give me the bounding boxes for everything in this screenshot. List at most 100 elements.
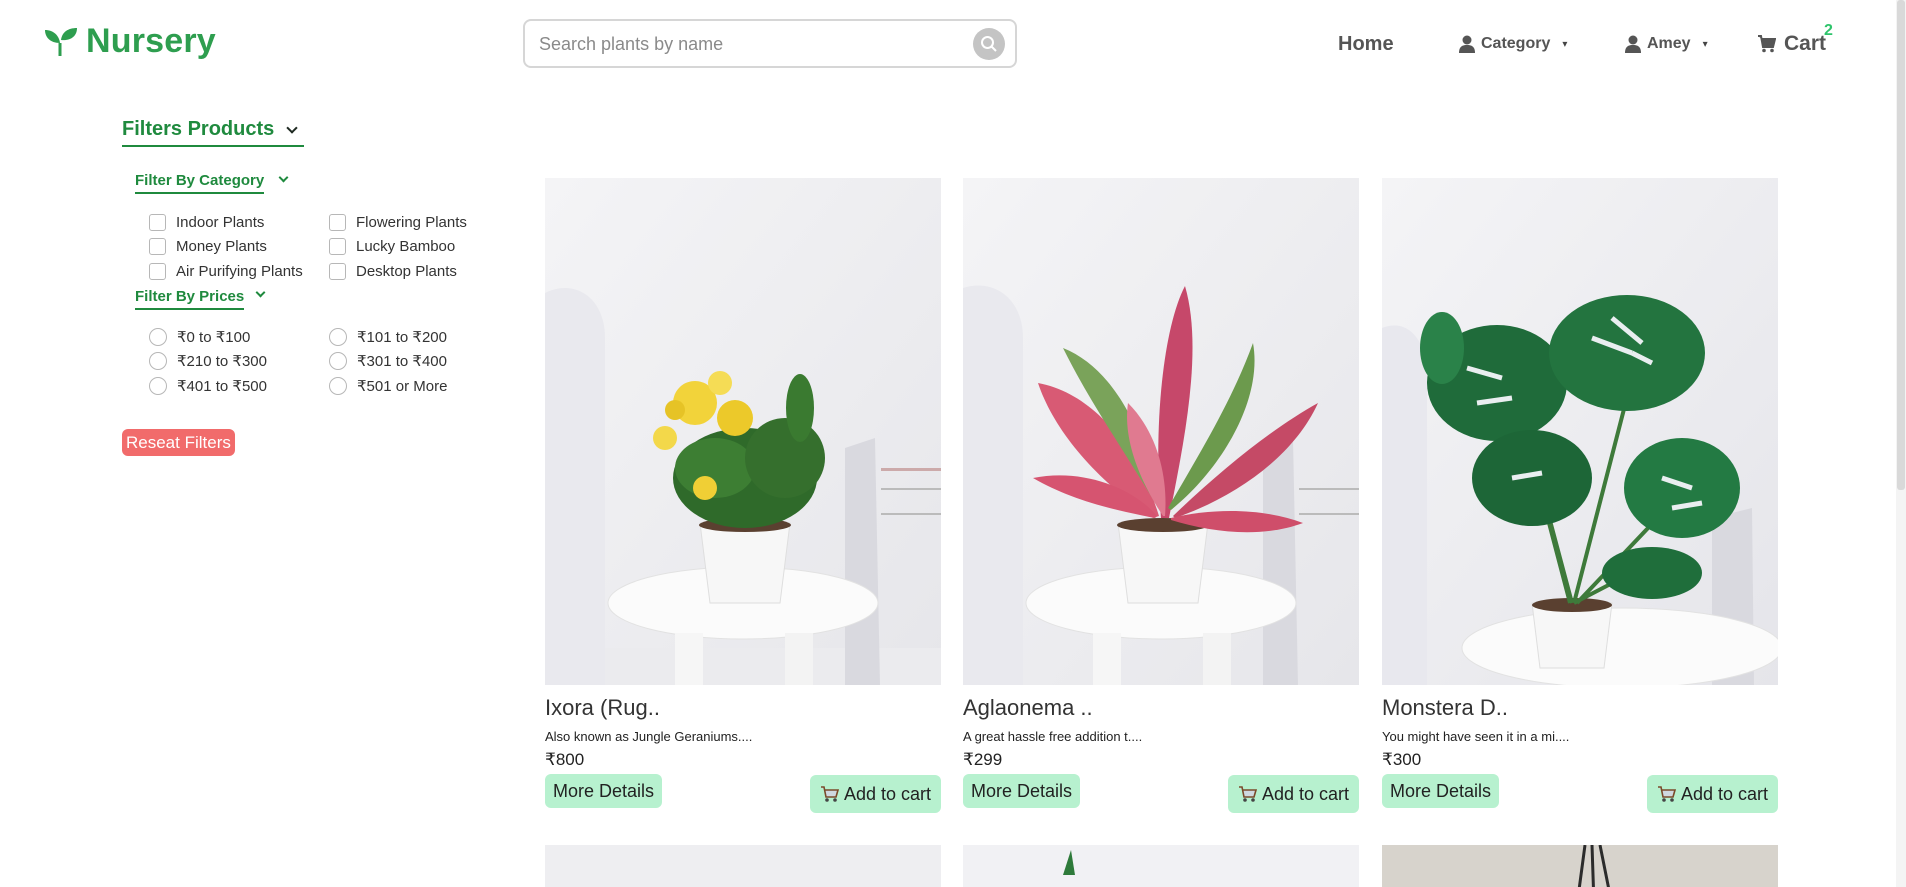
checkbox[interactable]	[329, 214, 346, 231]
checkbox[interactable]	[149, 263, 166, 280]
radio-button[interactable]	[329, 328, 347, 346]
product-price: ₹300	[1382, 750, 1422, 769]
cart-icon	[1657, 786, 1677, 802]
reset-filters-button[interactable]: Reseat Filters	[122, 429, 235, 456]
more-details-button[interactable]: More Details	[1382, 774, 1500, 808]
price-option[interactable]: ₹401 to ₹500	[149, 377, 267, 395]
filter-price-title[interactable]: Filter By Prices	[135, 288, 245, 310]
option-label: Lucky Bamboo	[356, 238, 456, 255]
product-image[interactable]	[1382, 178, 1778, 685]
user-icon	[1625, 35, 1641, 53]
filter-category-title[interactable]: Filter By Category	[135, 172, 265, 194]
product-card: Monstera D.. You might have seen it in a…	[1382, 178, 1778, 813]
filter-price-label: Filter By Prices	[135, 288, 245, 305]
nav-category-dropdown[interactable]: Category ▾	[1459, 28, 1567, 60]
cart-icon	[1758, 35, 1776, 53]
more-details-button[interactable]: More Details	[545, 774, 663, 808]
price-option[interactable]: ₹0 to ₹100	[149, 328, 250, 346]
page-scrollbar[interactable]	[1896, 0, 1906, 887]
nav-user-dropdown[interactable]: Amey ▾	[1625, 28, 1708, 60]
checkbox[interactable]	[149, 214, 166, 231]
product-name: Monstera D..	[1382, 695, 1508, 720]
chevron-down-icon[interactable]	[255, 287, 266, 298]
add-to-cart-button[interactable]: Add to cart	[1646, 775, 1778, 813]
cart-icon	[820, 786, 840, 802]
filter-category-label: Filter By Category	[135, 172, 265, 189]
product-card: Ixora (Rug.. Also known as Jungle Gerani…	[545, 178, 941, 813]
option-label: ₹301 to ₹400	[357, 353, 447, 370]
option-label: Money Plants	[176, 238, 267, 255]
product-card: Aglaonema .. A great hassle free additio…	[963, 178, 1359, 813]
product-price: ₹299	[963, 750, 1003, 769]
scrollbar-thumb[interactable]	[1897, 0, 1905, 490]
filters-title-label: Filters Products	[122, 118, 275, 140]
nav-cart-label: Cart	[1784, 32, 1827, 55]
price-option[interactable]: ₹101 to ₹200	[329, 328, 447, 346]
product-description: Also known as Jungle Geraniums....	[545, 729, 753, 744]
product-image[interactable]	[1382, 845, 1778, 887]
product-card	[545, 845, 941, 887]
nav-cart[interactable]: Cart	[1758, 28, 1826, 60]
brand-name: Nursery	[86, 22, 216, 60]
category-option[interactable]: Money Plants	[149, 238, 267, 255]
option-label: Flowering Plants	[356, 214, 467, 231]
top-navbar: Nursery Home Category ▾ Amey ▾	[0, 0, 1906, 90]
product-image[interactable]	[963, 178, 1359, 685]
product-name: Aglaonema ..	[963, 695, 1093, 720]
search-input[interactable]	[539, 31, 939, 57]
category-option[interactable]: Desktop Plants	[329, 263, 457, 280]
filters-title[interactable]: Filters Products	[122, 118, 304, 147]
option-label: ₹0 to ₹100	[177, 329, 251, 346]
search-button[interactable]	[973, 28, 1005, 60]
add-to-cart-button[interactable]: Add to cart	[809, 775, 941, 813]
add-to-cart-label: Add to cart	[1680, 783, 1768, 804]
price-option[interactable]: ₹501 or More	[329, 377, 447, 395]
product-card	[1382, 845, 1778, 887]
chevron-down-icon	[286, 121, 298, 134]
product-card	[963, 845, 1359, 887]
checkbox[interactable]	[329, 238, 346, 255]
search-icon	[981, 36, 997, 52]
nav-home[interactable]: Home	[1338, 28, 1394, 60]
user-icon	[1459, 35, 1475, 53]
radio-button[interactable]	[329, 352, 347, 370]
category-option[interactable]: Indoor Plants	[149, 214, 264, 231]
product-description: A great hassle free addition t....	[963, 729, 1143, 744]
add-to-cart-label: Add to cart	[1261, 783, 1349, 804]
radio-button[interactable]	[149, 328, 167, 346]
option-label: Air Purifying Plants	[176, 263, 303, 280]
checkbox[interactable]	[329, 263, 346, 280]
nav-user-label: Amey	[1647, 35, 1691, 52]
price-option[interactable]: ₹210 to ₹300	[149, 352, 267, 370]
option-label: ₹501 or More	[357, 378, 448, 395]
option-label: Indoor Plants	[176, 214, 265, 231]
chevron-down-icon: ▾	[1702, 38, 1708, 50]
category-option[interactable]: Air Purifying Plants	[149, 263, 303, 280]
radio-button[interactable]	[149, 352, 167, 370]
brand-logo[interactable]: Nursery	[44, 22, 216, 61]
radio-button[interactable]	[149, 377, 167, 395]
sprout-icon	[44, 27, 78, 57]
cart-icon	[1238, 786, 1258, 802]
chevron-down-icon[interactable]	[278, 172, 289, 183]
search-bar	[523, 19, 1017, 68]
category-option[interactable]: Flowering Plants	[329, 214, 467, 231]
option-label: ₹401 to ₹500	[177, 378, 267, 395]
product-image[interactable]	[545, 845, 941, 887]
category-option[interactable]: Lucky Bamboo	[329, 238, 455, 255]
add-to-cart-button[interactable]: Add to cart	[1227, 775, 1359, 813]
product-image[interactable]	[545, 178, 941, 685]
more-details-button[interactable]: More Details	[963, 774, 1081, 808]
cart-count-badge: 2	[1824, 22, 1833, 39]
product-description: You might have seen it in a mi....	[1382, 729, 1570, 744]
product-name: Ixora (Rug..	[545, 695, 660, 720]
chevron-down-icon: ▾	[1562, 38, 1568, 50]
option-label: ₹101 to ₹200	[357, 329, 447, 346]
checkbox[interactable]	[149, 238, 166, 255]
option-label: Desktop Plants	[356, 263, 457, 280]
radio-button[interactable]	[329, 377, 347, 395]
price-option[interactable]: ₹301 to ₹400	[329, 352, 447, 370]
option-label: ₹210 to ₹300	[177, 353, 267, 370]
product-image[interactable]	[963, 845, 1359, 887]
add-to-cart-label: Add to cart	[843, 783, 931, 804]
